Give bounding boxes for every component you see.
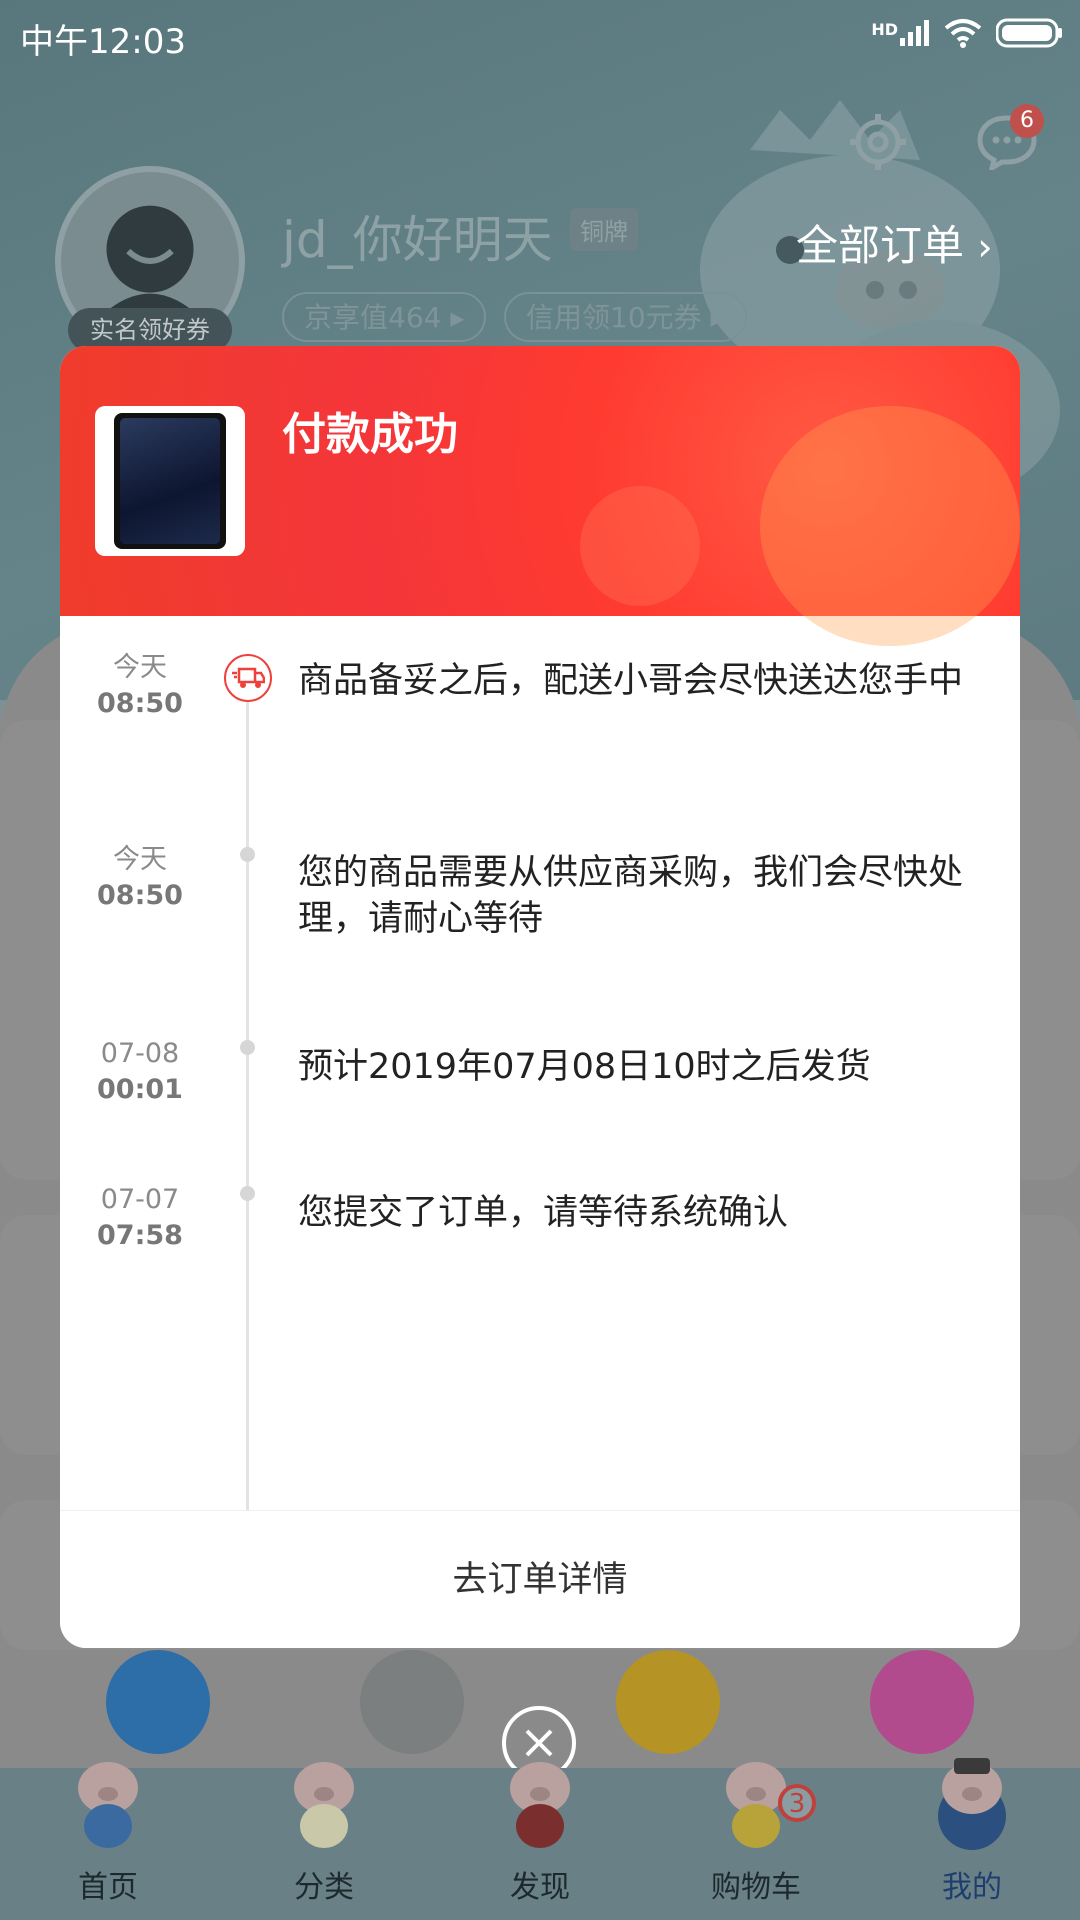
tab-mine[interactable]: 我的 [892, 1862, 1052, 1906]
calendar-icon[interactable] [870, 1650, 974, 1754]
status-icons: HD [871, 18, 1062, 48]
timeline-time: 今天 08:50 [97, 652, 183, 719]
timeline-text: 您的商品需要从供应商采购，我们会尽快处理，请耐心等待 [298, 853, 964, 939]
wallet-icon[interactable] [616, 1650, 720, 1754]
timeline-text: 预计2019年07月08日10时之后发货 [298, 1047, 871, 1087]
tab-cart[interactable]: 购物车 [676, 1862, 836, 1906]
home-pig-icon [78, 1762, 138, 1848]
status-time: 中午12:03 [20, 22, 186, 62]
all-orders-link[interactable]: 全部订单 › [796, 212, 993, 273]
credit-coupon-pill[interactable]: 信用领10元券 ▸ [504, 292, 747, 342]
customer-service-icon[interactable] [106, 1650, 210, 1754]
chevron-right-icon: › [977, 225, 993, 269]
wifi-icon [944, 19, 982, 48]
payment-success-modal: 付款成功 今天 08:50 商品备妥之后，配送小哥会尽快送达您手中 今天 08:… [60, 346, 1020, 1648]
battery-icon [996, 18, 1062, 48]
timeline-dot [240, 1040, 255, 1055]
pig-helper-icon[interactable] [360, 1650, 464, 1754]
settings-gear-icon[interactable] [848, 112, 908, 172]
timeline-dot [240, 1186, 255, 1201]
timeline-time: 07-07 07:58 [97, 1184, 183, 1251]
bottom-tab-bar: 首页 分类 发现 购物车 我的 [0, 1758, 1080, 1920]
timeline-dot [240, 847, 255, 862]
modal-title: 付款成功 [282, 409, 458, 460]
profile-pig-icon [938, 1758, 1006, 1850]
tab-category[interactable]: 分类 [244, 1862, 404, 1906]
modal-header: 付款成功 [60, 346, 1020, 646]
timeline-time: 今天 08:50 [97, 844, 183, 911]
jingxiang-value-pill[interactable]: 京享值464 ▸ [282, 292, 487, 342]
product-thumbnail[interactable] [95, 406, 245, 556]
delivery-truck-icon [224, 654, 272, 702]
timeline-text: 您提交了订单，请等待系统确认 [298, 1193, 789, 1233]
timeline-time: 07-08 00:01 [97, 1038, 183, 1105]
order-details-button[interactable]: 去订单详情 [60, 1511, 1020, 1648]
signal-icon: HD [871, 20, 930, 46]
category-pig-icon [294, 1762, 354, 1848]
username: jd_你好明天 [282, 211, 553, 269]
timeline-text: 商品备妥之后，配送小哥会尽快送达您手中 [298, 661, 964, 701]
level-badge: 铜牌 [570, 208, 638, 251]
tab-home[interactable]: 首页 [28, 1862, 188, 1906]
modal-footer: 去订单详情 [60, 1510, 1020, 1648]
message-count-badge: 6 [1010, 104, 1044, 138]
discover-pig-icon [510, 1762, 570, 1848]
cart-count-badge: 3 [778, 1784, 816, 1822]
timeline-line [246, 674, 249, 1550]
phone-product-image [114, 413, 226, 549]
tab-discover[interactable]: 发现 [460, 1862, 620, 1906]
